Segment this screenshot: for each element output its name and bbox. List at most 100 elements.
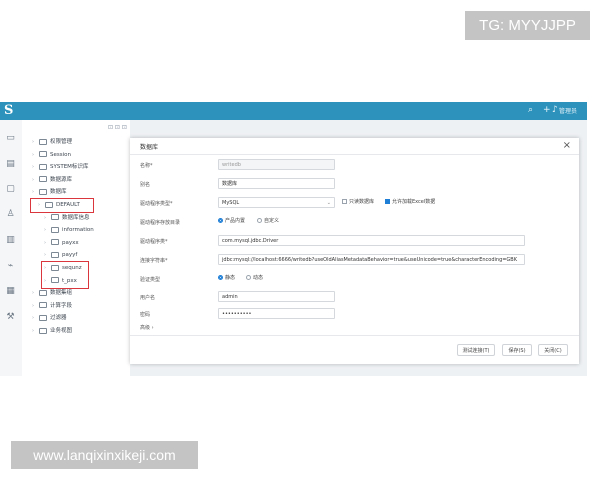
radio-dot xyxy=(246,275,251,280)
tree-node-label: payyf xyxy=(62,252,78,259)
name-field[interactable]: writedb xyxy=(218,159,335,170)
chevron-right-icon[interactable]: › xyxy=(44,213,51,223)
chart-icon[interactable]: ▥ xyxy=(5,236,16,245)
user-menu[interactable]: 管理员 xyxy=(559,106,577,115)
folder-icon xyxy=(51,214,59,221)
radio-dot-selected xyxy=(218,218,223,223)
auth-static-label: 静态 xyxy=(225,275,236,281)
driver-source-label: 驱动程序存放目录 xyxy=(140,220,181,226)
driver-source-custom-radio[interactable]: 自定义 xyxy=(257,217,279,225)
auth-dynamic-radio[interactable]: 动态 xyxy=(246,274,263,282)
driver-class-label: 驱动程序类* xyxy=(140,239,168,245)
analytics-icon[interactable]: ⌁ xyxy=(5,262,16,271)
folder-icon xyxy=(39,314,47,321)
radio-dot xyxy=(257,218,262,223)
auth-dynamic-label: 动态 xyxy=(253,275,264,281)
auth-type-label: 验证类型 xyxy=(140,277,161,283)
plus-icon[interactable]: + xyxy=(543,105,551,115)
tree-node[interactable]: › 权限管理 xyxy=(32,137,72,147)
folder-icon xyxy=(39,163,47,170)
folder-icon xyxy=(39,138,47,145)
folder-icon xyxy=(51,251,59,258)
driver-source-custom-label: 自定义 xyxy=(264,218,280,224)
readonly-checkbox-label: 只读数据库 xyxy=(349,199,375,205)
folder-icon xyxy=(39,302,47,309)
driver-type-select[interactable]: MySQL ⌄ xyxy=(218,197,335,208)
advanced-toggle[interactable]: 高级 › xyxy=(140,324,154,331)
tree-node[interactable]: › 数据源库 xyxy=(32,175,72,185)
highlight-database-node xyxy=(30,198,94,213)
tree-node[interactable]: › 过滤器 xyxy=(32,313,67,323)
tree-node[interactable]: › 计算字段 xyxy=(32,301,72,311)
folder-icon xyxy=(51,226,59,233)
radio-dot-selected xyxy=(218,275,223,280)
grid-icon[interactable]: ▦ xyxy=(5,287,16,296)
resource-tree: ⊡ ⊡ ⊡ › 权限管理 › Session › SYSTEM标识库 › 数据源库 › 数据库 › D… xyxy=(22,120,130,376)
chevron-right-icon[interactable]: › xyxy=(32,150,39,160)
folder-icon xyxy=(39,176,47,183)
excel-checkbox-box xyxy=(385,199,390,204)
monitor-icon[interactable]: ▭ xyxy=(5,134,16,143)
chevron-right-icon[interactable]: › xyxy=(32,301,39,311)
driver-type-value: MySQL xyxy=(222,200,240,206)
tree-toolbar[interactable]: ⊡ ⊡ ⊡ xyxy=(108,124,127,131)
users-icon[interactable]: ♙ xyxy=(5,210,16,219)
driver-class-field[interactable]: com.mysql.jdbc.Driver xyxy=(218,235,525,246)
tree-node[interactable]: › 数据集组 xyxy=(32,288,72,298)
folder-icon xyxy=(51,239,59,246)
chevron-right-icon[interactable]: › xyxy=(32,175,39,185)
test-connection-button[interactable]: 测试连接(T) xyxy=(457,344,495,356)
close-icon[interactable]: × xyxy=(563,140,571,151)
chevron-right-icon[interactable]: › xyxy=(44,225,51,235)
tree-node-label: 数据库信息 xyxy=(62,214,90,221)
folder-icon[interactable]: ▢ xyxy=(5,185,16,194)
dialog-header-divider xyxy=(130,154,579,155)
tree-node[interactable]: › Session xyxy=(32,150,71,160)
connection-string-label: 连接字符串* xyxy=(140,258,168,264)
save-button[interactable]: 保存(S) xyxy=(502,344,532,356)
chevron-right-icon[interactable]: › xyxy=(32,326,39,336)
document-icon[interactable]: ▤ xyxy=(5,160,16,169)
connection-string-field[interactable]: jdbc:mysql://localhost:6666/writedb?useO… xyxy=(218,254,525,265)
tree-node-label: 权限管理 xyxy=(50,139,73,145)
chevron-right-icon[interactable]: › xyxy=(44,250,51,260)
chevron-right-icon[interactable]: › xyxy=(32,137,39,147)
tree-node[interactable]: › 数据库信息 xyxy=(44,213,90,223)
driver-source-builtin-label: 产品内置 xyxy=(225,218,246,224)
dialog-title: 数据库 xyxy=(140,144,159,151)
left-nav: ▭ ▤ ▢ ♙ ▥ ⌁ ▦ ⚒ xyxy=(0,120,23,376)
watermark-bottom: www.lanqixinxikeji.com xyxy=(11,441,198,469)
tree-node[interactable]: › SYSTEM标识库 xyxy=(32,162,88,172)
password-field[interactable]: •••••••••• xyxy=(218,308,335,319)
alias-field[interactable]: 数据库 xyxy=(218,178,335,189)
tree-node[interactable]: › 数据库 xyxy=(32,187,67,197)
driver-source-builtin-radio[interactable]: 产品内置 xyxy=(218,217,245,225)
chevron-right-icon[interactable]: › xyxy=(32,313,39,323)
tree-node[interactable]: › payxx xyxy=(44,238,79,248)
tools-icon[interactable]: ⚒ xyxy=(5,313,16,322)
bell-icon[interactable]: ♪ xyxy=(552,105,558,115)
search-icon[interactable]: ⌕ xyxy=(528,105,533,115)
close-button[interactable]: 关闭(C) xyxy=(538,344,568,356)
folder-icon xyxy=(39,151,47,158)
tree-node-label: 数据库 xyxy=(50,189,67,196)
folder-icon xyxy=(39,327,47,334)
chevron-down-icon: ⌄ xyxy=(326,200,331,206)
chevron-right-icon[interactable]: › xyxy=(32,288,39,298)
excel-checkbox[interactable]: 允许加载Excel数据 xyxy=(385,198,435,206)
auth-static-radio[interactable]: 静态 xyxy=(218,274,235,282)
readonly-checkbox[interactable]: 只读数据库 xyxy=(342,198,374,206)
tree-node-label: SYSTEM标识库 xyxy=(50,164,89,171)
username-field[interactable]: admin xyxy=(218,291,335,302)
tree-node[interactable]: › 业务视图 xyxy=(32,326,72,336)
chevron-right-icon[interactable]: › xyxy=(32,162,39,172)
tree-node[interactable]: › payyf xyxy=(44,250,77,260)
tree-node-label: payxx xyxy=(62,239,79,246)
tree-node-label: 数据集组 xyxy=(50,290,73,297)
driver-type-label: 驱动程序类型* xyxy=(140,201,173,207)
tree-node[interactable]: › information xyxy=(44,225,94,235)
database-dialog: 数据库 × 名称* writedb 别名 数据库 驱动程序类型* MySQL ⌄… xyxy=(130,138,579,364)
chevron-right-icon[interactable]: › xyxy=(44,238,51,248)
dialog-footer-divider xyxy=(130,335,579,336)
chevron-right-icon[interactable]: › xyxy=(32,187,39,197)
